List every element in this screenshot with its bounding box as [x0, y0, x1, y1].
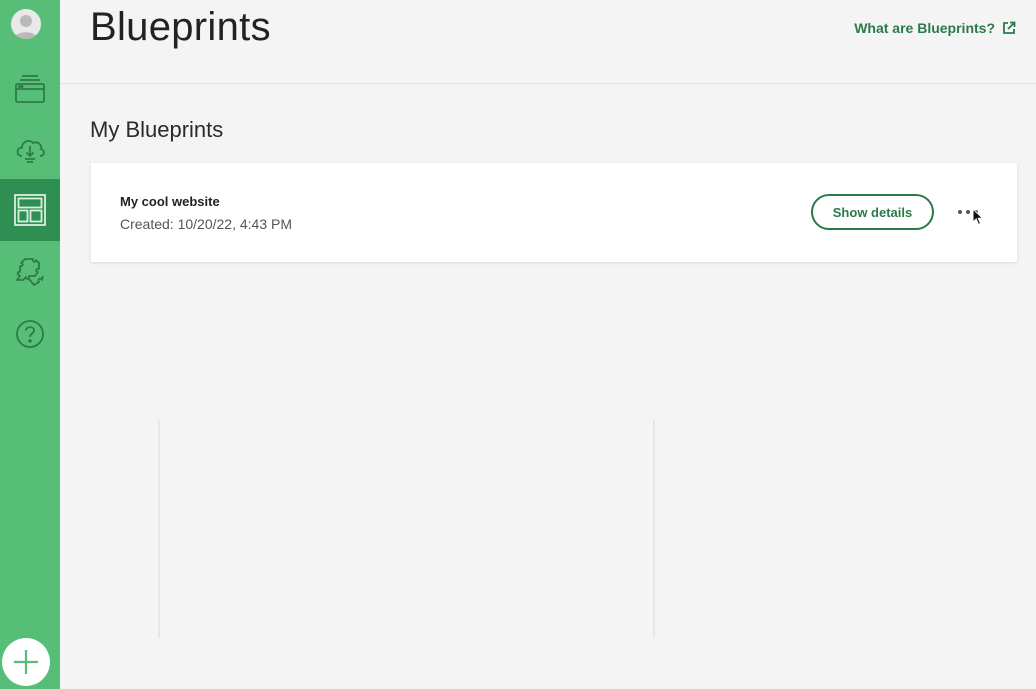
sidebar-item-blueprints[interactable] [0, 179, 60, 241]
page-title: Blueprints [90, 5, 271, 49]
sidebar-item-addons[interactable] [0, 241, 60, 303]
show-details-button[interactable]: Show details [811, 194, 934, 230]
blueprint-name: My cool website [120, 194, 220, 209]
what-are-blueprints-link[interactable]: What are Blueprints? [854, 20, 1016, 36]
section-title: My Blueprints [90, 117, 224, 142]
blueprints-icon [14, 194, 46, 226]
sidebar-item-sites[interactable] [0, 57, 60, 119]
plus-icon [14, 650, 38, 674]
user-icon [14, 15, 38, 39]
external-link-icon [1003, 21, 1016, 34]
background-artifact [653, 420, 655, 638]
help-link-label: What are Blueprints? [854, 20, 995, 36]
sidebar [0, 0, 60, 689]
more-dot-icon [958, 210, 962, 214]
blueprint-card: My cool website Created: 10/20/22, 4:43 … [91, 163, 1017, 262]
page-header: Blueprints What are Blueprints? [60, 0, 1036, 84]
add-button[interactable] [2, 638, 50, 686]
blueprint-created-date: Created: 10/20/22, 4:43 PM [120, 216, 292, 232]
avatar[interactable] [11, 9, 41, 39]
sidebar-item-help[interactable] [0, 303, 60, 365]
sites-icon [15, 75, 45, 103]
help-icon [16, 320, 44, 348]
background-artifact [158, 420, 160, 638]
puzzle-icon [16, 258, 44, 286]
app-root: Blueprints What are Blueprints? My Bluep… [0, 0, 1036, 689]
mouse-cursor-icon [972, 208, 984, 226]
cloud-download-icon [16, 140, 45, 163]
sidebar-item-cloud[interactable] [0, 118, 60, 180]
more-dot-icon [966, 210, 970, 214]
